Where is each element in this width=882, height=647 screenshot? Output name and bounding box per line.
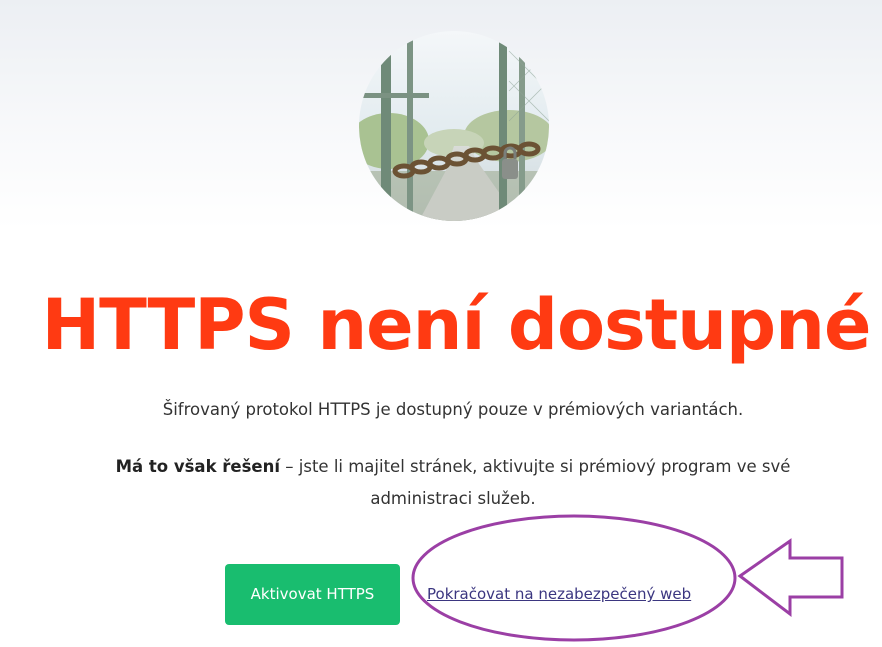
continue-insecure-link[interactable]: Pokračovat na nezabezpečený web: [427, 583, 691, 605]
description-text: Šifrovaný protokol HTTPS je dostupný pou…: [162, 400, 744, 419]
page-title: HTTPS není dostupné: [41, 284, 872, 366]
annotation-arrow-icon: [737, 538, 844, 618]
solution-bold-text: Má to však řešení: [115, 457, 281, 476]
activate-https-button[interactable]: Aktivovat HTTPS: [225, 564, 400, 625]
solution-detail-text: – jste li majitel stránek, aktivujte si …: [280, 457, 791, 508]
locked-gate-photo: [359, 31, 549, 221]
locked-gate-image: [359, 31, 549, 221]
solution-text: Má to však řešení – jste li majitel strá…: [82, 451, 824, 515]
annotation-ellipse: [411, 514, 737, 642]
